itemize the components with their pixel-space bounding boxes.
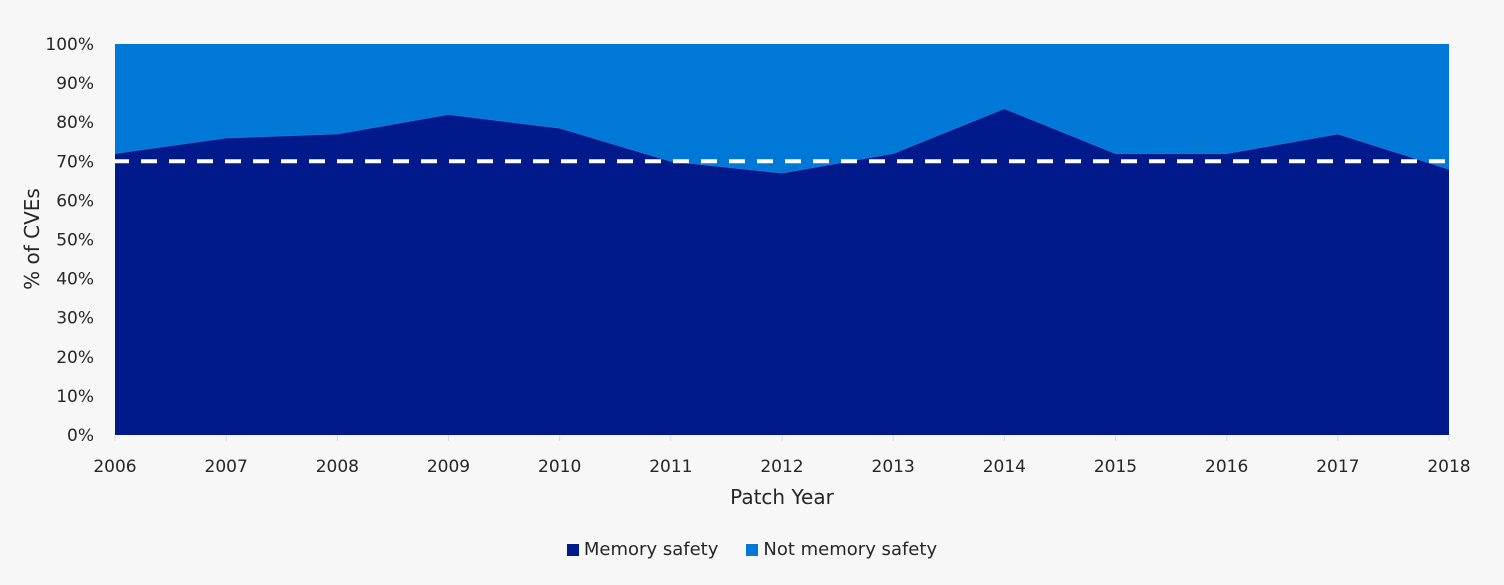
x-axis-ticks: 2006 2007 2008 2009 2010 2011 2012 2013 2014 2015… [93,435,1471,477]
legend-label: Not memory safety [763,539,938,560]
x-tick-label: 2008 [316,457,359,477]
legend-item-not-memory-safety[interactable]: Not memory safety [746,539,937,560]
x-axis-title: Patch Year [730,485,834,509]
y-tick-label: 20% [56,348,94,368]
x-tick-label: 2013 [872,457,915,477]
legend-swatch-memory-safety [566,543,579,556]
y-tick-label: 80% [56,113,94,133]
y-axis-title: % of CVEs [20,188,44,290]
x-tick-label: 2017 [1316,457,1359,477]
legend: Memory safety Not memory safety [0,539,1504,560]
chart: 0%10%20%30%40%50%60%70%80%90%100% 2006 20… [20,35,1471,509]
y-tick-label: 90% [56,74,94,94]
legend-item-memory-safety[interactable]: Memory safety [566,539,719,560]
x-tick-label: 2012 [760,457,803,477]
x-tick-label: 2016 [1205,457,1248,477]
legend-label: Memory safety [583,539,719,560]
y-tick-label: 70% [56,152,94,172]
x-tick-label: 2011 [649,457,692,477]
plot-area [113,44,1450,435]
x-tick-label: 2014 [983,457,1026,477]
y-tick-label: 100% [45,35,94,55]
x-tick-label: 2009 [427,457,470,477]
y-tick-label: 10% [56,387,94,407]
legend-swatch-not-memory-safety [746,543,759,556]
x-tick-label: 2015 [1094,457,1137,477]
y-tick-label: 0% [67,426,94,446]
y-tick-label: 40% [56,270,94,290]
x-tick-label: 2018 [1427,457,1470,477]
y-tick-label: 60% [56,191,94,211]
x-tick-label: 2010 [538,457,581,477]
x-tick-label: 2006 [93,457,136,477]
x-tick-label: 2007 [205,457,248,477]
y-tick-label: 30% [56,309,94,329]
y-axis-ticks: 0% 10% 20% 30% 40% 50% 60% 70% 80% 90% 100% [45,35,94,446]
y-tick-label: 50% [56,231,94,251]
